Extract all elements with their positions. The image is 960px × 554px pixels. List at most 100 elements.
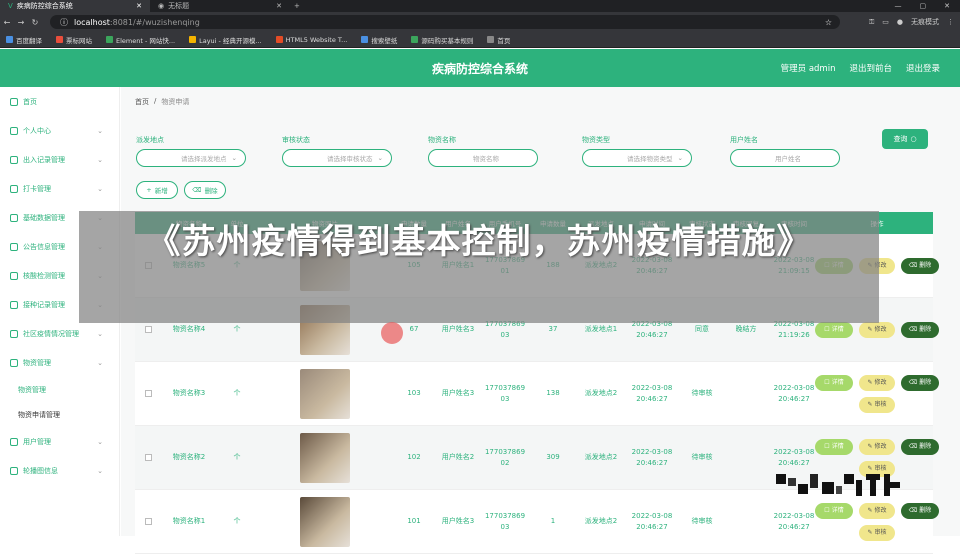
edit-icon: ✎ xyxy=(867,379,873,386)
cell-unit: 个 xyxy=(233,453,241,461)
add-button[interactable]: + 新增 xyxy=(136,181,178,199)
detail-button-label: 详情 xyxy=(831,443,844,450)
close-icon[interactable]: ✕ xyxy=(136,2,142,10)
detail-button[interactable]: ☐详情 xyxy=(815,438,853,455)
cell-time: 2022-03-08 20:46:27 xyxy=(631,511,673,531)
admin-link[interactable]: 管理员 admin xyxy=(781,62,836,74)
reload-icon[interactable]: ↻ xyxy=(28,18,42,27)
detail-button-label: 详情 xyxy=(831,326,844,333)
audit-button[interactable]: ✎ 审核 xyxy=(859,524,895,541)
tab-active[interactable]: V 疾病防控综合系统 ✕ xyxy=(0,0,150,12)
front-link[interactable]: 退出到前台 xyxy=(849,62,892,74)
delete-row-button-label: 删除 xyxy=(919,379,932,386)
bookmark-item[interactable]: Layui - 经典开源模... xyxy=(189,35,262,45)
sidebar-item[interactable]: 用户管理 ⌄ xyxy=(0,427,119,456)
window-close-icon[interactable]: ✕ xyxy=(944,2,950,10)
cell-unit: 个 xyxy=(233,325,241,333)
filter-label: 派发地点 xyxy=(136,136,164,144)
detail-button[interactable]: ☐详情 xyxy=(815,502,853,519)
delete-button[interactable]: ⌫ 删除 xyxy=(184,181,226,199)
tab-search-icon[interactable]: ▭ xyxy=(882,18,889,26)
delete-row-button[interactable]: ⌫ 删除 xyxy=(901,438,939,455)
sidebar-item[interactable]: 首页 xyxy=(0,87,119,116)
detail-button[interactable]: ☐详情 xyxy=(815,374,853,391)
detail-button[interactable]: ☐详情 xyxy=(815,321,853,338)
maximize-icon[interactable]: ▢ xyxy=(920,2,927,10)
delete-row-button[interactable]: ⌫ 删除 xyxy=(901,374,939,391)
sidebar-item[interactable]: 物资管理 ⌄ xyxy=(0,348,119,377)
sidebar-item[interactable]: 出入记录管理 ⌄ xyxy=(0,145,119,174)
cell-amount: 37 xyxy=(548,325,558,333)
bookmark-item[interactable]: HTML5 Website T... xyxy=(275,35,348,44)
sidebar-item[interactable]: 个人中心 ⌄ xyxy=(0,116,119,145)
row-checkbox[interactable] xyxy=(144,518,152,525)
bookmark-label: HTML5 Website T... xyxy=(285,35,348,44)
row-checkbox[interactable] xyxy=(144,454,152,461)
key-icon[interactable]: ⚿ xyxy=(869,18,874,27)
filter-input[interactable]: 物资名称 xyxy=(428,149,538,167)
bookmark-item[interactable]: 百度翻译 xyxy=(6,35,42,45)
checkbox-cell xyxy=(135,326,161,333)
back-icon[interactable]: ← xyxy=(0,18,14,27)
logout-link[interactable]: 退出登录 xyxy=(906,62,940,74)
bookmark-item[interactable]: 票标网站 xyxy=(56,35,92,45)
bookmark-label: 首页 xyxy=(497,36,511,45)
bookmark-label: 百度翻译 xyxy=(16,36,42,45)
sidebar-subitem[interactable]: 物资申请管理 xyxy=(0,402,119,427)
breadcrumb-home[interactable]: 首页 xyxy=(135,97,149,107)
material-photo[interactable] xyxy=(300,368,350,419)
delete-row-button[interactable]: ⌫ 删除 xyxy=(901,321,939,338)
material-photo[interactable] xyxy=(300,432,350,483)
row-checkbox[interactable] xyxy=(144,390,152,397)
bookmark-star-icon[interactable]: ☆ xyxy=(825,18,840,27)
filter-placeholder: 请选择审核状态 xyxy=(327,155,373,163)
filter-input[interactable]: 请选择派发地点 ⌄ xyxy=(136,149,246,167)
edit-button[interactable]: ✎修改 xyxy=(859,321,895,338)
actions-row: ✎ 审核 xyxy=(859,396,895,413)
address-bar: ← → ↻ ⓘ localhost:8081/#/wuzishenqing ☆ … xyxy=(0,12,960,32)
row-checkbox[interactable] xyxy=(144,326,152,333)
audit-button[interactable]: ✎ 审核 xyxy=(859,396,895,413)
minimize-icon[interactable]: — xyxy=(895,2,902,10)
edit-icon: ✎ xyxy=(867,443,873,450)
edit-button[interactable]: ✎修改 xyxy=(859,502,895,519)
filter-label: 审核状态 xyxy=(282,136,310,144)
cell-amount: 1 xyxy=(550,517,556,525)
row-actions: ☐详情 ✎修改 ⌫删除 xyxy=(815,321,939,338)
search-button[interactable]: 查询 ○ xyxy=(882,129,928,149)
cell-status: 待审核 xyxy=(691,517,713,525)
tab-inactive[interactable]: ◉ 无标题 ✕ xyxy=(150,0,290,12)
url-field[interactable]: ⓘ localhost:8081/#/wuzishenqing ☆ xyxy=(50,15,840,29)
edit-button[interactable]: ✎修改 xyxy=(859,438,895,455)
sidebar-item[interactable]: 社区疫情情况管理 ⌄ xyxy=(0,319,119,348)
edit-button-label: 修改 xyxy=(874,379,887,386)
new-tab-icon[interactable]: + xyxy=(294,2,300,10)
chevron-down-icon: ⌄ xyxy=(97,437,103,446)
delete-button-label: 删除 xyxy=(204,187,218,195)
sidebar-subitem[interactable]: 物资管理 xyxy=(0,377,119,402)
overlay-headline: 《苏州疫情得到基本控制，苏州疫情措施》 xyxy=(146,222,812,262)
bookmark-item[interactable]: 首页 xyxy=(487,35,510,45)
delete-row-button[interactable]: ⌫ 删除 xyxy=(901,257,939,274)
bookmark-item[interactable]: Element - 网站快... xyxy=(106,35,175,45)
app-header: 疾病防控综合系统 管理员 admin 退出到前台 退出登录 xyxy=(0,49,960,87)
bookmark-item[interactable]: 搜索壁纸 xyxy=(361,35,397,45)
menu-icon xyxy=(10,213,18,222)
close-icon[interactable]: ✕ xyxy=(276,2,282,10)
edit-button[interactable]: ✎修改 xyxy=(859,374,895,391)
bookmark-icon xyxy=(487,36,495,43)
profile-label[interactable]: 无痕模式 xyxy=(911,17,939,27)
detail-button-label: 详情 xyxy=(831,379,844,386)
filter-input[interactable]: 请选择审核状态 ⌄ xyxy=(282,149,392,167)
delete-row-button[interactable]: ⌫ 删除 xyxy=(901,502,939,519)
menu-icon xyxy=(10,358,18,367)
filter-input[interactable]: 用户姓名 xyxy=(730,149,840,167)
filter-input[interactable]: 请选择物资类型 ⌄ xyxy=(582,149,692,167)
forward-icon[interactable]: → xyxy=(14,18,28,27)
sidebar-item[interactable]: 轮播图信息 ⌄ xyxy=(0,456,119,485)
material-photo[interactable] xyxy=(300,496,350,547)
menu-icon[interactable]: ⋮ xyxy=(947,18,954,26)
sidebar-item[interactable]: 打卡管理 ⌄ xyxy=(0,174,119,203)
detail-button-label: 详情 xyxy=(831,507,844,514)
bookmark-item[interactable]: 源码购买基本规则 xyxy=(411,35,473,45)
